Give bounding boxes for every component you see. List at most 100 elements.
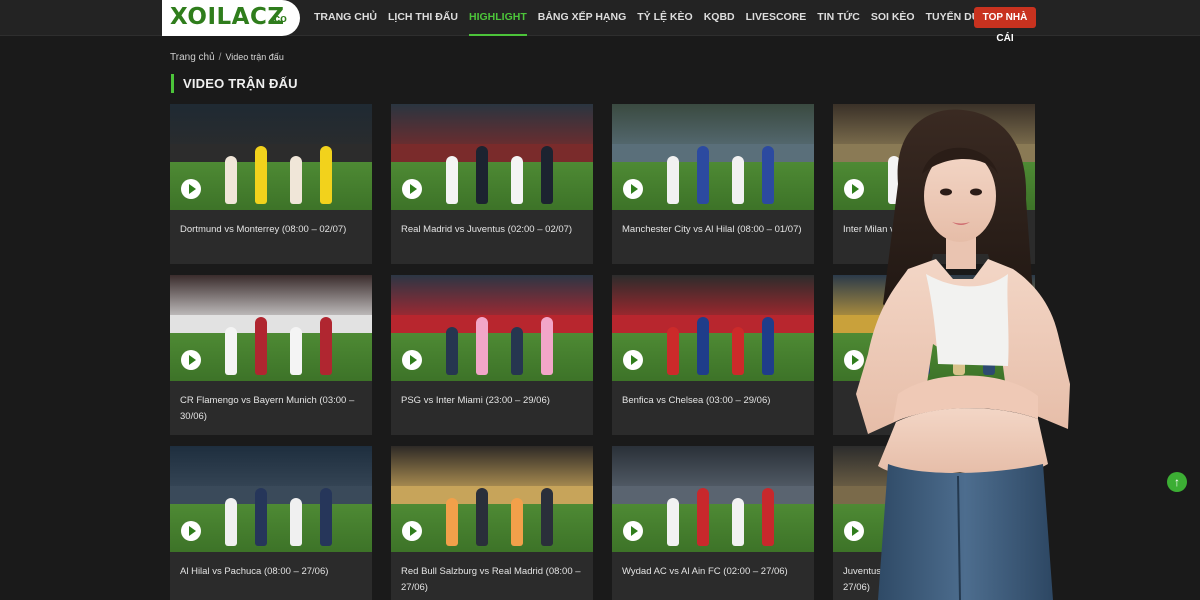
advertising-board (170, 315, 372, 333)
player-figure (476, 488, 488, 546)
video-caption[interactable]: Dortmund vs Monterrey (08:00 – 02/07) (180, 222, 365, 238)
player-figure (511, 156, 523, 204)
video-card[interactable]: Red Bull Salzburg vs Real Madrid (08:00 … (391, 446, 593, 600)
play-icon[interactable] (623, 521, 643, 541)
video-thumbnail[interactable] (170, 275, 372, 381)
video-thumbnail[interactable] (391, 446, 593, 552)
video-thumbnail[interactable] (612, 275, 814, 381)
player-figure (476, 146, 488, 204)
video-card[interactable]: Manchester City vs Al Hilal (08:00 – 01/… (612, 104, 814, 264)
video-caption[interactable]: Al Hilal vs Pachuca (08:00 – 27/06) (180, 564, 365, 580)
breadcrumb: Trang chủ / Video trận đấu (170, 52, 284, 63)
nav-item-schedule[interactable]: LỊCH THI ĐẤU (388, 0, 458, 36)
player-figure (762, 146, 774, 204)
player-figure (667, 498, 679, 546)
video-card[interactable]: Benfica vs Chelsea (03:00 – 29/06) (612, 275, 814, 435)
player-figure (225, 156, 237, 204)
nav-item-predictions[interactable]: SOI KÈO (871, 0, 915, 36)
logo-suffix: .co (271, 13, 287, 25)
player-figure (511, 498, 523, 546)
player-figure (290, 498, 302, 546)
video-caption[interactable]: Benfica vs Chelsea (03:00 – 29/06) (622, 393, 807, 409)
player-figure (541, 317, 553, 375)
main-nav: TRANG CHỦ LỊCH THI ĐẤU HIGHLIGHT BẢNG XẾ… (314, 0, 1006, 36)
player-figure (255, 317, 267, 375)
nav-item-results[interactable]: KQBD (704, 0, 735, 36)
play-icon[interactable] (181, 350, 201, 370)
player-figure (697, 488, 709, 546)
player-figure (697, 146, 709, 204)
video-thumbnail[interactable] (170, 446, 372, 552)
video-thumbnail[interactable] (612, 446, 814, 552)
nav-item-odds[interactable]: TỶ LỆ KÈO (637, 0, 692, 36)
play-icon[interactable] (402, 350, 422, 370)
video-card[interactable]: Wydad AC vs Al Ain FC (02:00 – 27/06) (612, 446, 814, 600)
breadcrumb-home-link[interactable]: Trang chủ (170, 52, 215, 63)
play-icon[interactable] (402, 179, 422, 199)
player-figure (446, 498, 458, 546)
player-figure (667, 327, 679, 375)
player-figure (446, 327, 458, 375)
player-figure (732, 498, 744, 546)
video-caption[interactable]: Red Bull Salzburg vs Real Madrid (08:00 … (401, 564, 586, 596)
nav-item-standings[interactable]: BẢNG XẾP HẠNG (538, 0, 627, 36)
video-card[interactable]: Real Madrid vs Juventus (02:00 – 02/07) (391, 104, 593, 264)
video-thumbnail[interactable] (391, 104, 593, 210)
logo-text: XOILACZ (170, 4, 285, 30)
nav-item-livescore[interactable]: LIVESCORE (746, 0, 807, 36)
player-figure (511, 327, 523, 375)
player-figure (476, 317, 488, 375)
player-figure (225, 498, 237, 546)
player-figure (255, 146, 267, 204)
advertising-board (391, 144, 593, 162)
player-figure (541, 488, 553, 546)
player-figure (290, 327, 302, 375)
advertising-board (391, 486, 593, 504)
video-thumbnail[interactable] (391, 275, 593, 381)
video-caption[interactable]: Manchester City vs Al Hilal (08:00 – 01/… (622, 222, 807, 238)
player-figure (320, 317, 332, 375)
play-icon[interactable] (402, 521, 422, 541)
video-card[interactable]: CR Flamengo vs Bayern Munich (03:00 – 30… (170, 275, 372, 435)
scroll-to-top-button[interactable]: ↑ (1167, 472, 1187, 492)
player-figure (255, 488, 267, 546)
arrow-up-icon: ↑ (1174, 475, 1180, 489)
play-icon[interactable] (181, 179, 201, 199)
video-caption[interactable]: PSG vs Inter Miami (23:00 – 29/06) (401, 393, 586, 409)
nav-item-highlight[interactable]: HIGHLIGHT (469, 0, 527, 36)
video-caption[interactable]: Real Madrid vs Juventus (02:00 – 02/07) (401, 222, 586, 238)
breadcrumb-current: Video trận đấu (225, 52, 284, 62)
play-icon[interactable] (623, 350, 643, 370)
player-figure (225, 327, 237, 375)
player-figure (667, 156, 679, 204)
video-caption[interactable]: Wydad AC vs Al Ain FC (02:00 – 27/06) (622, 564, 807, 580)
top-bookmaker-button[interactable]: TOP NHÀ CÁI (974, 7, 1036, 44)
player-figure (541, 146, 553, 204)
player-figure (732, 156, 744, 204)
video-card[interactable]: Dortmund vs Monterrey (08:00 – 02/07) (170, 104, 372, 264)
video-card[interactable]: Al Hilal vs Pachuca (08:00 – 27/06) (170, 446, 372, 600)
play-icon[interactable] (623, 179, 643, 199)
advertising-board (170, 486, 372, 504)
play-icon[interactable] (181, 521, 201, 541)
advertising-board (612, 486, 814, 504)
advertising-board (391, 315, 593, 333)
video-card[interactable]: PSG vs Inter Miami (23:00 – 29/06) (391, 275, 593, 435)
player-figure (762, 317, 774, 375)
video-thumbnail[interactable] (170, 104, 372, 210)
nav-item-news[interactable]: TIN TỨC (817, 0, 860, 36)
video-thumbnail[interactable] (612, 104, 814, 210)
advertising-board (612, 315, 814, 333)
nav-item-home[interactable]: TRANG CHỦ (314, 0, 377, 36)
site-logo[interactable]: XOILACZ .co (162, 0, 300, 36)
promo-model-image (856, 109, 1070, 600)
breadcrumb-separator: / (218, 52, 222, 63)
page-title: VIDEO TRẬN ĐẤU (183, 76, 298, 91)
player-figure (320, 488, 332, 546)
player-figure (446, 156, 458, 204)
player-figure (290, 156, 302, 204)
video-caption[interactable]: CR Flamengo vs Bayern Munich (03:00 – 30… (180, 393, 365, 425)
player-figure (732, 327, 744, 375)
advertising-board (612, 144, 814, 162)
section-title-bar: VIDEO TRẬN ĐẤU (171, 74, 298, 93)
